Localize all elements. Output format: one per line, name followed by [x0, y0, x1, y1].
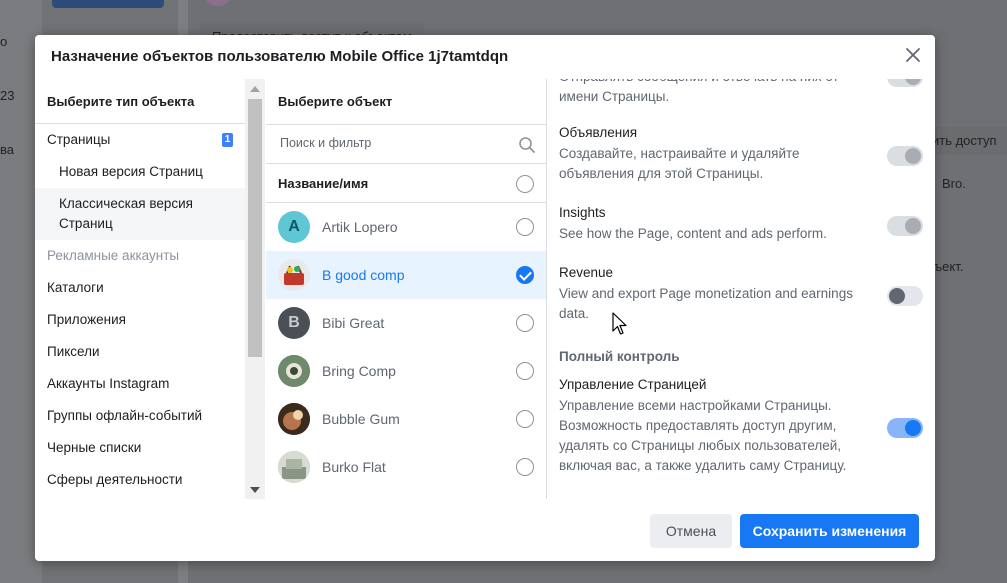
save-changes-button[interactable]: Сохранить изменения — [740, 514, 919, 548]
object-name: Burko Flat — [322, 459, 386, 475]
object-radio[interactable] — [516, 362, 534, 380]
cancel-button[interactable]: Отмена — [650, 514, 732, 548]
object-type-industries[interactable]: Сферы деятельности — [35, 464, 245, 496]
count-badge: 1 — [222, 133, 233, 147]
shopping-basket-icon — [284, 265, 304, 285]
object-type-pixels[interactable]: Пиксели — [35, 336, 245, 368]
object-name: Bibi Great — [322, 315, 385, 331]
permissions-panel: Отправлять сообщения и отвечать на них о… — [547, 79, 935, 499]
background-text: ва — [0, 142, 14, 157]
object-list: A Artik Lopero B good comp B Bibi Great — [266, 203, 546, 499]
permission-revenue: Revenue View and export Page monetizatio… — [559, 265, 869, 324]
object-type-ad-accounts[interactable]: Рекламные аккаунты — [35, 240, 245, 272]
photo-thumbnail-icon — [278, 451, 310, 483]
object-type-apps[interactable]: Приложения — [35, 304, 245, 336]
avatar — [278, 451, 310, 483]
scrollbar-thumb[interactable] — [248, 99, 262, 357]
permission-ads: Объявления Создавайте, настраивайте и уд… — [559, 125, 869, 184]
permission-title: Управление Страницей — [559, 377, 707, 392]
toggle-knob — [905, 218, 921, 234]
object-type-blocklists[interactable]: Черные списки — [35, 432, 245, 464]
search-input[interactable] — [278, 135, 502, 151]
background-text: Bro. — [942, 176, 966, 191]
avatar: A — [278, 211, 310, 243]
close-icon[interactable] — [903, 45, 923, 65]
object-row-bubble-gum[interactable]: Bubble Gum — [266, 395, 546, 443]
background-text: о — [0, 34, 8, 49]
toggle-knob — [889, 288, 905, 304]
background-button — [52, 0, 164, 8]
object-type-list: Страницы 1 Новая версия Страниц Классиче… — [35, 123, 245, 496]
object-type-pages[interactable]: Страницы 1 — [35, 124, 245, 156]
toggle-knob — [905, 148, 921, 164]
permission-title: Revenue — [559, 265, 614, 280]
object-row-burko-flat[interactable]: Burko Flat — [266, 443, 546, 491]
object-type-header: Выберите тип объекта — [47, 94, 195, 109]
avatar — [278, 355, 310, 387]
object-type-panel: Выберите тип объекта Страницы 1 Новая ве… — [35, 79, 245, 499]
object-radio[interactable] — [516, 314, 534, 332]
permission-title: Insights — [559, 205, 606, 220]
object-type-label: Страницы — [47, 132, 111, 147]
object-row-bibi-great[interactable]: B Bibi Great — [266, 299, 546, 347]
permission-page-management: Управление Страницей Управление всеми на… — [559, 377, 869, 476]
object-list-header: Название/имя — [266, 165, 546, 203]
background-text: ъект. — [934, 259, 964, 274]
object-type-catalogs[interactable]: Каталоги — [35, 272, 245, 304]
object-type-instagram-accounts[interactable]: Аккаунты Instagram — [35, 368, 245, 400]
toggle-knob — [905, 79, 921, 85]
permission-title: Объявления — [559, 125, 638, 140]
scroll-up-arrow-icon[interactable] — [250, 86, 260, 92]
object-panel: Выберите объект Название/имя A Artik Lop… — [266, 79, 546, 499]
full-control-section-title: Полный контроль — [559, 349, 680, 364]
permission-messages-toggle[interactable] — [887, 79, 923, 87]
permission-description: Отправлять сообщения и отвечать на них о… — [559, 79, 839, 104]
object-radio[interactable] — [516, 410, 534, 428]
background-text: 23 — [0, 88, 15, 103]
object-header: Выберите объект — [278, 94, 393, 109]
photo-thumbnail-icon — [278, 403, 310, 435]
permission-ads-toggle[interactable] — [887, 146, 923, 166]
object-radio-checked[interactable] — [516, 266, 534, 284]
object-radio[interactable] — [516, 218, 534, 236]
permission-description: Создавайте, настраивайте и удаляйте объя… — [559, 146, 800, 181]
object-type-offline-event-groups[interactable]: Группы офлайн-событий — [35, 400, 245, 432]
permission-messages: Отправлять сообщения и отвечать на них о… — [559, 79, 869, 107]
permission-description: Управление всеми настройками Страницы. В… — [559, 398, 847, 473]
object-type-classic-pages[interactable]: Классическая версия Страниц — [35, 188, 245, 240]
footer-divider — [35, 499, 935, 500]
toggle-knob — [905, 420, 921, 436]
avatar — [278, 259, 310, 291]
photo-thumbnail-icon — [278, 355, 310, 387]
object-name: Bring Comp — [322, 363, 396, 379]
object-name: Bubble Gum — [322, 411, 400, 427]
permission-description: See how the Page, content and ads perfor… — [559, 226, 827, 241]
object-row-b-good-comp[interactable]: B good comp — [266, 251, 546, 299]
mouse-cursor-icon — [612, 312, 627, 335]
permission-page-management-toggle[interactable] — [887, 418, 923, 438]
search-icon — [519, 137, 535, 153]
object-radio[interactable] — [516, 458, 534, 476]
object-type-scrollbar[interactable] — [245, 79, 265, 499]
object-row-artik-lopero[interactable]: A Artik Lopero — [266, 203, 546, 251]
avatar — [278, 403, 310, 435]
permission-insights-toggle[interactable] — [887, 216, 923, 236]
name-column-label: Название/имя — [278, 176, 369, 191]
assign-objects-dialog: Назначение объектов пользователю Mobile … — [35, 35, 935, 561]
dialog-title: Назначение объектов пользователю Mobile … — [51, 48, 509, 65]
object-name: B good comp — [322, 267, 405, 283]
avatar: B — [278, 307, 310, 339]
select-all-radio[interactable] — [516, 175, 534, 193]
search-box — [266, 124, 546, 164]
object-name: Artik Lopero — [322, 219, 398, 235]
permission-insights: Insights See how the Page, content and a… — [559, 205, 869, 244]
permission-revenue-toggle[interactable] — [887, 286, 923, 306]
object-row-bring-comp[interactable]: Bring Comp — [266, 347, 546, 395]
scroll-down-arrow-icon[interactable] — [250, 487, 260, 493]
permission-description: View and export Page monetization and ea… — [559, 286, 853, 321]
object-type-new-pages[interactable]: Новая версия Страниц — [35, 156, 245, 188]
